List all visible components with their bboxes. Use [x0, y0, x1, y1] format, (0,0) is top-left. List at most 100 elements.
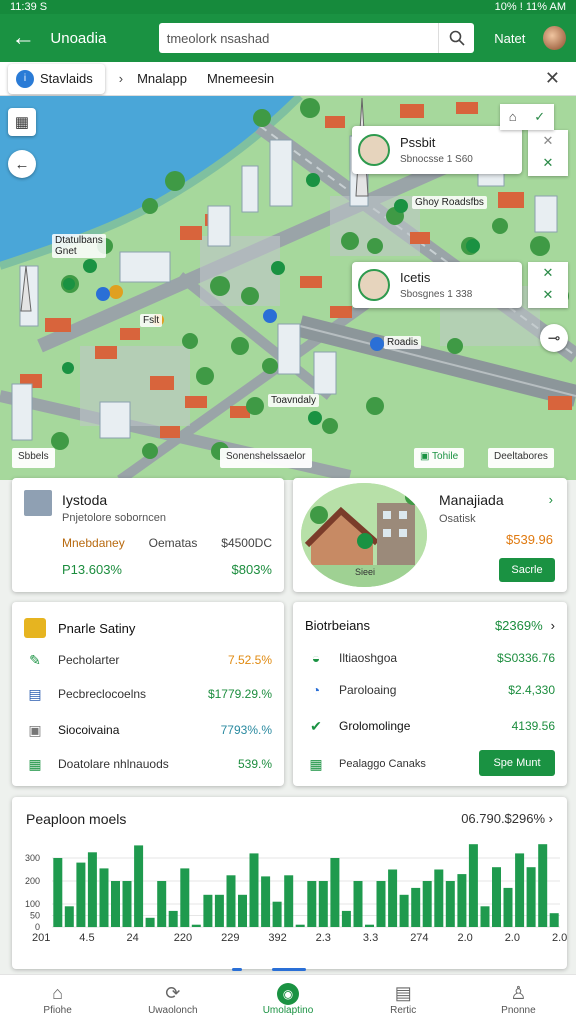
- management-action-button[interactable]: Sacrle: [499, 558, 555, 582]
- tab-home[interactable]: ⌂ Pfiohe: [0, 975, 115, 1024]
- chart-card: Peaploon moels 06.790.$296% › 0 50 100 200 3…: [12, 797, 567, 969]
- map-label-poi5: Fslt: [140, 314, 163, 327]
- list-item[interactable]: ◒ Iltiaoshgoa $S0336.76: [305, 648, 555, 668]
- close-icon[interactable]: ✕: [545, 68, 560, 89]
- chart-bar: [330, 858, 340, 927]
- chart-bar: [295, 924, 305, 927]
- y-tick-label: 200: [25, 876, 40, 886]
- close-green-icon[interactable]: ✕: [543, 152, 554, 174]
- list-item[interactable]: ✔ Grolomolinge 4139.56: [305, 716, 555, 736]
- next-button[interactable]: Natet: [494, 31, 525, 46]
- search-icon[interactable]: [438, 23, 474, 53]
- x-tick-label: 2.0: [505, 932, 520, 944]
- map-footer-right[interactable]: Deeltabores: [488, 448, 554, 468]
- status-time: 11:39 S: [10, 1, 48, 13]
- tab-location[interactable]: ◉ Umolaptino: [230, 975, 345, 1024]
- card2-actions: ✕ ✕: [528, 262, 568, 308]
- map-footer: Sbbels Sonenshelssaelor ▣ Tohile Deeltab…: [0, 448, 576, 468]
- x-tick-label: 3.3: [363, 932, 378, 944]
- pager: [232, 968, 312, 972]
- list-item[interactable]: ◔ Paroloaing $2.4,330: [305, 680, 555, 700]
- close-icon[interactable]: ✕: [543, 262, 554, 284]
- back-arrow-icon[interactable]: ←: [10, 24, 36, 52]
- tab-refresh[interactable]: ⟳ Uwaolonch: [115, 975, 230, 1024]
- tab-document[interactable]: ▤ Rertic: [346, 975, 461, 1024]
- x-tick-label: 220: [174, 932, 192, 944]
- map-view[interactable]: ▦ ← ⊸ Dtatulbans Gnet Ghoy Roadsfbs Roadi…: [0, 96, 576, 480]
- locate-button[interactable]: ⊸: [540, 324, 568, 352]
- close-icon[interactable]: ✕: [543, 284, 554, 306]
- chart-bar: [203, 894, 213, 927]
- breadcrumb-item-1[interactable]: Mnalapp: [137, 71, 187, 86]
- chart-bar: [272, 901, 282, 927]
- property-card[interactable]: Iystoda Pnjetolore soborncen Mnebdaney O…: [12, 478, 284, 592]
- map-icon: ▦: [28, 755, 42, 772]
- chat-icon: ◒: [311, 650, 321, 666]
- property-row-2: P13.603% $803%: [62, 562, 272, 577]
- left-stats-header[interactable]: Pnarle Satiny: [24, 618, 272, 638]
- box-icon: ▣: [28, 721, 42, 738]
- management-subtitle: Osatisk: [439, 513, 476, 525]
- management-card[interactable]: Sieei Manajiada › Osatisk $539.96 Sacrle: [293, 478, 567, 592]
- chevron-right-icon[interactable]: ›: [551, 618, 555, 633]
- building-thumbnail: [358, 134, 390, 166]
- x-tick-label: 274: [410, 932, 428, 944]
- chart-bar: [307, 881, 317, 927]
- breadcrumb-item-2[interactable]: Mnemeesin: [207, 71, 274, 86]
- refresh-icon: ⟳: [165, 983, 181, 1003]
- x-tick-label: 229: [221, 932, 239, 944]
- search-bar[interactable]: tmeolork nsashad: [158, 23, 475, 53]
- chart-bar: [122, 881, 132, 927]
- map-info-card-1[interactable]: Pssbit Sbnocsse 1 S60: [352, 126, 522, 174]
- right-stats-card: Biotrbeians $2369% › ◒ Iltiaoshgoa $S033…: [293, 602, 567, 786]
- list-item[interactable]: ▦ Pealaggo Canaks: [305, 754, 467, 774]
- close-icon[interactable]: ✕: [543, 130, 554, 152]
- chart-bar: [399, 894, 409, 927]
- home-icon: ⌂: [52, 983, 64, 1003]
- map-back-button[interactable]: ←: [8, 150, 36, 178]
- chart-bar: [434, 869, 444, 927]
- breadcrumb: i Stavlaids › Mnalapp Mnemeesin ✕: [0, 62, 576, 96]
- chart-bar: [53, 858, 63, 927]
- map-info-card-2[interactable]: Icetis Sbosgnes 1 338: [352, 262, 522, 308]
- info-icon: ◔: [311, 682, 321, 698]
- bar-chart: 050 100 200 300 201 4.5 24 220 229 392 2.3 3.3 274 2.…: [25, 844, 567, 944]
- list-item[interactable]: ▦ Doatolare nhlnauods 539.%: [24, 754, 272, 774]
- chart-bar: [365, 924, 374, 927]
- chart-bar: [457, 874, 467, 927]
- x-tick-label: 2.0: [552, 932, 567, 944]
- avatar[interactable]: [543, 26, 566, 50]
- info-card-title: Pssbit: [400, 135, 436, 150]
- right-action-button[interactable]: Spe Munt: [479, 750, 555, 776]
- chart-bar: [134, 845, 144, 927]
- management-price: $539.96: [506, 532, 553, 547]
- tab-profile[interactable]: ♙ Pnonne: [461, 975, 576, 1024]
- lock-icon[interactable]: ⌂: [509, 106, 517, 128]
- property-subtitle: Pnjetolore soborncen: [62, 512, 166, 524]
- map-label-poi3: Roadis: [384, 336, 422, 349]
- chart-bar: [341, 910, 351, 927]
- search-input[interactable]: tmeolork nsashad: [167, 31, 439, 46]
- map-label-poi2: Ghoy Roadsfbs: [412, 196, 487, 209]
- chart-bar: [64, 906, 74, 927]
- right-stats-header[interactable]: Biotrbeians $2369% ›: [305, 618, 555, 633]
- x-tick-label: 2.0: [458, 932, 473, 944]
- chart-bar: [168, 910, 178, 927]
- chart-bar: [503, 887, 513, 927]
- x-tick-label: 2.3: [316, 932, 331, 944]
- list-item[interactable]: ✎ Pecholarter 7.52.5%: [24, 650, 272, 670]
- check-icon[interactable]: ✓: [534, 106, 545, 128]
- chevron-right-icon[interactable]: ›: [549, 492, 553, 507]
- chart-summary[interactable]: 06.790.$296% ›: [461, 811, 553, 826]
- layers-button[interactable]: ▦: [8, 108, 36, 136]
- user-icon: ♙: [510, 983, 527, 1003]
- management-title: Manajiada: [439, 492, 504, 508]
- svg-text:Sieei: Sieei: [355, 567, 375, 577]
- house-illustration: Sieei: [301, 483, 427, 587]
- list-item[interactable]: ▣ Siocoivaina 7793%.%: [24, 720, 272, 740]
- map-label-poi4: Toavndaly: [268, 394, 320, 407]
- list-item[interactable]: ▤ Pecbreclocoelns $1779.29.%: [24, 684, 272, 704]
- breadcrumb-home[interactable]: i Stavlaids: [8, 63, 105, 94]
- chart-bar: [538, 844, 548, 927]
- chart-bar: [284, 875, 294, 928]
